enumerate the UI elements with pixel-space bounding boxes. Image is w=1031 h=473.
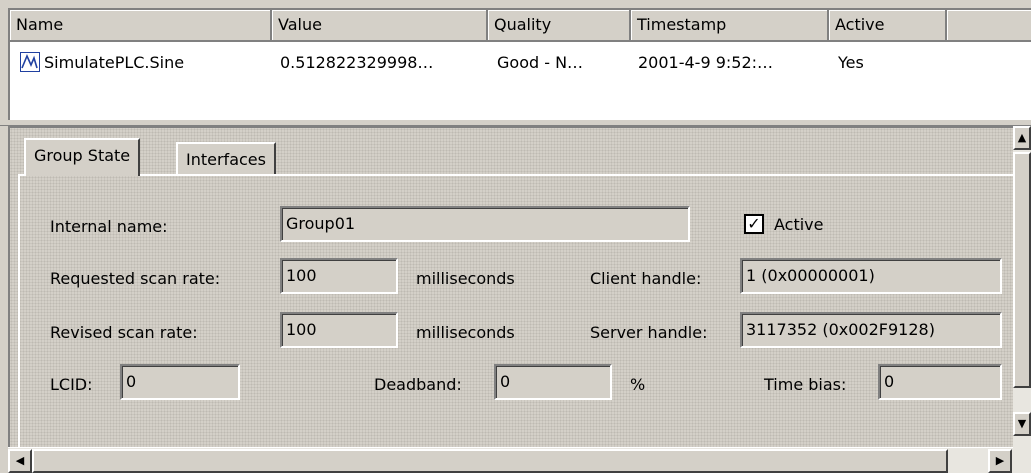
row-value: 0.512822329998…: [280, 53, 434, 72]
percent-label: %: [630, 375, 646, 394]
sine-wave-item-icon: [20, 52, 40, 72]
revised-scan-rate-field[interactable]: 100: [280, 312, 398, 348]
item-list-view[interactable]: Name Value Quality Timestamp Active Simu…: [8, 8, 1031, 120]
group-state-panel: Internal name: Group01 ✓ Active Requeste…: [18, 174, 1013, 464]
time-bias-label: Time bias:: [764, 375, 847, 394]
tab-group-state[interactable]: Group State: [24, 138, 141, 176]
scroll-down-icon[interactable]: ▼: [1013, 412, 1031, 436]
column-header-empty: [947, 10, 1031, 42]
revised-milliseconds-label: milliseconds: [416, 323, 515, 342]
active-checkbox[interactable]: ✓: [744, 214, 764, 234]
internal-name-label: Internal name:: [50, 217, 168, 236]
server-handle-field[interactable]: 3117352 (0x002F9128): [740, 312, 1002, 348]
internal-name-field[interactable]: Group01: [280, 206, 690, 242]
row-timestamp: 2001-4-9 9:52:…: [638, 53, 774, 72]
column-header-timestamp[interactable]: Timestamp: [631, 10, 829, 42]
group-properties-pane: Group State Interfaces Internal name: Gr…: [8, 126, 1017, 473]
scroll-right-icon[interactable]: ▶: [988, 449, 1012, 473]
column-header-active[interactable]: Active: [829, 10, 947, 42]
server-handle-label: Server handle:: [590, 323, 708, 342]
horizontal-scrollbar[interactable]: ◀ ▶: [8, 447, 1013, 473]
column-header-name[interactable]: Name: [10, 10, 272, 42]
deadband-field[interactable]: 0: [494, 364, 612, 400]
requested-milliseconds-label: milliseconds: [416, 269, 515, 288]
row-active: Yes: [838, 53, 864, 72]
scroll-up-icon[interactable]: ▲: [1013, 126, 1031, 150]
lcid-label: LCID:: [50, 375, 93, 394]
column-header-value[interactable]: Value: [272, 10, 488, 42]
active-checkbox-label: Active: [774, 215, 824, 234]
vertical-scrollbar[interactable]: ▲ ▼: [1013, 126, 1031, 473]
requested-scan-rate-label: Requested scan rate:: [50, 269, 221, 288]
scroll-left-icon[interactable]: ◀: [8, 449, 32, 473]
lcid-field[interactable]: 0: [120, 364, 240, 400]
time-bias-field[interactable]: 0: [878, 364, 1002, 400]
client-handle-field[interactable]: 1 (0x00000001): [740, 258, 1002, 294]
deadband-label: Deadband:: [374, 375, 462, 394]
row-quality: Good - N…: [497, 53, 584, 72]
scroll-thumb[interactable]: [1013, 152, 1031, 388]
requested-scan-rate-field[interactable]: 100: [280, 258, 398, 294]
client-handle-label: Client handle:: [590, 269, 702, 288]
revised-scan-rate-label: Revised scan rate:: [50, 323, 198, 342]
column-header-quality[interactable]: Quality: [488, 10, 631, 42]
row-name: SimulatePLC.Sine: [44, 53, 185, 72]
tab-interfaces[interactable]: Interfaces: [176, 142, 276, 176]
hscroll-thumb[interactable]: [32, 449, 948, 473]
